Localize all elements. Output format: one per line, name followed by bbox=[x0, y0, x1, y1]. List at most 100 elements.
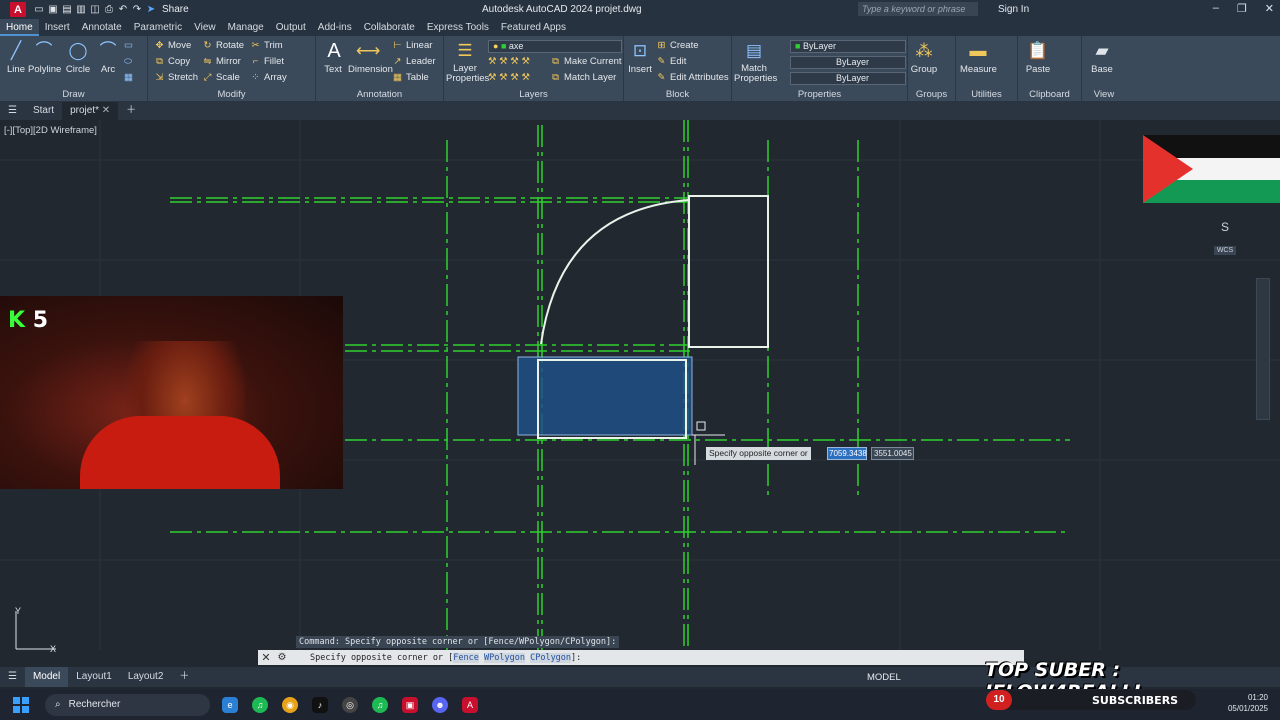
dynamic-input-x[interactable]: 7059.3438 bbox=[827, 447, 867, 460]
web-icon[interactable]: ◫ bbox=[90, 4, 100, 15]
rotate-button[interactable]: ↻ Rotate bbox=[202, 40, 244, 51]
draw-panel-title[interactable]: Draw bbox=[0, 89, 147, 100]
layout-menu-icon[interactable]: ☰ bbox=[0, 667, 25, 687]
autocad-logo-icon[interactable]: A bbox=[10, 2, 26, 17]
circle-button[interactable]: ◯ Circle bbox=[64, 40, 92, 75]
leader-button[interactable]: ↗ Leader bbox=[392, 56, 436, 67]
dimension-button[interactable]: ⟷ Dimension bbox=[348, 40, 393, 75]
option-cpolygon[interactable]: CPolygon bbox=[530, 652, 572, 663]
layer-tools-icon[interactable]: ⚒ ⚒ ⚒ ⚒ bbox=[488, 56, 530, 67]
properties-panel-title[interactable]: Properties bbox=[732, 89, 907, 100]
move-button[interactable]: ✥ Move bbox=[154, 40, 192, 51]
taskbar-search[interactable]: ⌕ Rechercher bbox=[45, 693, 210, 716]
hatch-icon[interactable]: ⬭ bbox=[124, 56, 132, 67]
autocad-taskbar-icon[interactable]: A bbox=[462, 696, 478, 713]
share-button[interactable]: Share bbox=[162, 4, 189, 15]
block-panel-title[interactable]: Block bbox=[624, 89, 731, 100]
tab-layout1[interactable]: Layout1 bbox=[68, 667, 120, 687]
compass-south-label[interactable]: S bbox=[1205, 220, 1245, 234]
view-panel-title[interactable]: View bbox=[1082, 89, 1126, 100]
sign-in-button[interactable]: Sign In bbox=[998, 4, 1029, 15]
navigation-bar[interactable] bbox=[1256, 278, 1270, 420]
utilities-panel-title[interactable]: Utilities bbox=[956, 89, 1017, 100]
trim-button[interactable]: ✂ Trim bbox=[250, 40, 283, 51]
undo-icon[interactable]: ↶ bbox=[118, 4, 128, 15]
line-button[interactable]: ╱ Line bbox=[4, 40, 28, 75]
maximize-icon[interactable]: ❐ bbox=[1237, 2, 1247, 15]
edit-block-button[interactable]: ✎ Edit bbox=[656, 56, 687, 67]
model-space-toggle[interactable]: MODEL bbox=[867, 672, 901, 683]
edit-attributes-button[interactable]: ✎ Edit Attributes bbox=[656, 72, 729, 83]
text-button[interactable]: A Text bbox=[322, 40, 344, 75]
mirror-button[interactable]: ⇋ Mirror bbox=[202, 56, 241, 67]
tab-projet[interactable]: projet* ✕ bbox=[62, 102, 119, 120]
minimize-icon[interactable]: – bbox=[1213, 2, 1219, 15]
insert-button[interactable]: ⊡ Insert bbox=[626, 40, 654, 75]
tab-featured-apps[interactable]: Featured Apps bbox=[495, 19, 572, 36]
tab-layout2[interactable]: Layout2 bbox=[120, 667, 172, 687]
tab-insert[interactable]: Insert bbox=[39, 19, 76, 36]
paste-button[interactable]: 📋 Paste bbox=[1024, 40, 1052, 75]
tab-view[interactable]: View bbox=[188, 19, 222, 36]
fillet-button[interactable]: ⌐ Fillet bbox=[250, 56, 284, 67]
chrome-icon[interactable]: ◉ bbox=[282, 696, 298, 713]
layer-properties-button[interactable]: ☰ Layer Properties bbox=[446, 40, 489, 84]
close-command-icon[interactable]: ✕ bbox=[258, 651, 274, 664]
wcs-menu[interactable]: WCS bbox=[1213, 246, 1237, 255]
spotify-icon[interactable]: ♫ bbox=[252, 696, 268, 713]
add-layout-icon[interactable]: ＋ bbox=[171, 667, 197, 687]
system-clock[interactable]: 01:20 05/01/2025 bbox=[1228, 692, 1268, 714]
linear-button[interactable]: ⊢ Linear bbox=[392, 40, 432, 51]
close-icon[interactable]: ✕ bbox=[1265, 2, 1274, 15]
clipboard-panel-title[interactable]: Clipboard bbox=[1018, 89, 1081, 100]
help-search-input[interactable]: Type a keyword or phrase bbox=[858, 2, 978, 16]
tab-manage[interactable]: Manage bbox=[222, 19, 270, 36]
lineweight-dropdown[interactable]: ByLayer bbox=[790, 72, 906, 85]
color-dropdown[interactable]: ■ ByLayer bbox=[790, 40, 906, 53]
option-wpolygon[interactable]: WPolygon bbox=[484, 652, 525, 663]
tab-model[interactable]: Model bbox=[24, 667, 69, 687]
save-as-icon[interactable]: ▥ bbox=[76, 4, 86, 15]
copy-button[interactable]: ⧉ Copy bbox=[154, 56, 190, 67]
tab-collaborate[interactable]: Collaborate bbox=[358, 19, 421, 36]
edge-icon[interactable]: e bbox=[222, 696, 238, 713]
redo-icon[interactable]: ↷ bbox=[132, 4, 142, 15]
spotify-alt-icon[interactable]: ♫ bbox=[372, 696, 388, 713]
option-fence[interactable]: Fence bbox=[453, 652, 479, 663]
tab-express-tools[interactable]: Express Tools bbox=[421, 19, 495, 36]
close-tab-icon[interactable]: ✕ bbox=[102, 105, 110, 116]
table-button[interactable]: ▦ Table bbox=[392, 72, 429, 83]
make-current-button[interactable]: ⧉ Make Current bbox=[550, 56, 621, 67]
customize-command-icon[interactable]: ⚙ bbox=[274, 652, 290, 663]
tab-output[interactable]: Output bbox=[270, 19, 312, 36]
discord-icon[interactable]: ☻ bbox=[432, 696, 448, 713]
match-layer-button[interactable]: ⧉ Match Layer bbox=[550, 72, 616, 83]
group-button[interactable]: ⁂ Group bbox=[910, 40, 938, 75]
groups-panel-title[interactable]: Groups bbox=[908, 89, 955, 100]
polyline-button[interactable]: ⌒ Polyline bbox=[28, 40, 61, 75]
new-file-icon[interactable]: ▭ bbox=[34, 4, 44, 15]
tab-home[interactable]: Home bbox=[0, 19, 39, 36]
obs-icon[interactable]: ◎ bbox=[342, 696, 358, 713]
linetype-dropdown[interactable]: ByLayer bbox=[790, 56, 906, 69]
dynamic-input-y[interactable]: 3551.0045 bbox=[871, 447, 914, 460]
new-tab-icon[interactable]: ＋ bbox=[118, 102, 144, 120]
measure-button[interactable]: ▬ Measure bbox=[960, 40, 997, 75]
menu-hamburger-icon[interactable]: ☰ bbox=[0, 102, 25, 120]
command-line[interactable]: ✕ ⚙ Specify opposite corner or [Fence WP… bbox=[258, 650, 1024, 665]
tab-annotate[interactable]: Annotate bbox=[76, 19, 128, 36]
modify-panel-title[interactable]: Modify bbox=[148, 89, 315, 100]
annotation-panel-title[interactable]: Annotation bbox=[316, 89, 443, 100]
tab-add-ins[interactable]: Add-ins bbox=[312, 19, 358, 36]
open-file-icon[interactable]: ▣ bbox=[48, 4, 58, 15]
rectangle-icon[interactable]: ▭ bbox=[124, 40, 133, 51]
arc-button[interactable]: ⌒ Arc bbox=[96, 40, 120, 75]
tiktok-icon[interactable]: ♪ bbox=[312, 696, 328, 713]
tab-parametric[interactable]: Parametric bbox=[128, 19, 188, 36]
layer-dropdown[interactable]: ● ■ axe bbox=[488, 40, 622, 53]
viewcube[interactable]: S WCS bbox=[1205, 200, 1245, 255]
scale-button[interactable]: ⤢ Scale bbox=[202, 72, 240, 83]
command-input[interactable]: Specify opposite corner or [Fence WPolyg… bbox=[310, 652, 581, 663]
layer-states-icon[interactable]: ⚒ ⚒ ⚒ ⚒ bbox=[488, 72, 530, 83]
save-icon[interactable]: ▤ bbox=[62, 4, 72, 15]
